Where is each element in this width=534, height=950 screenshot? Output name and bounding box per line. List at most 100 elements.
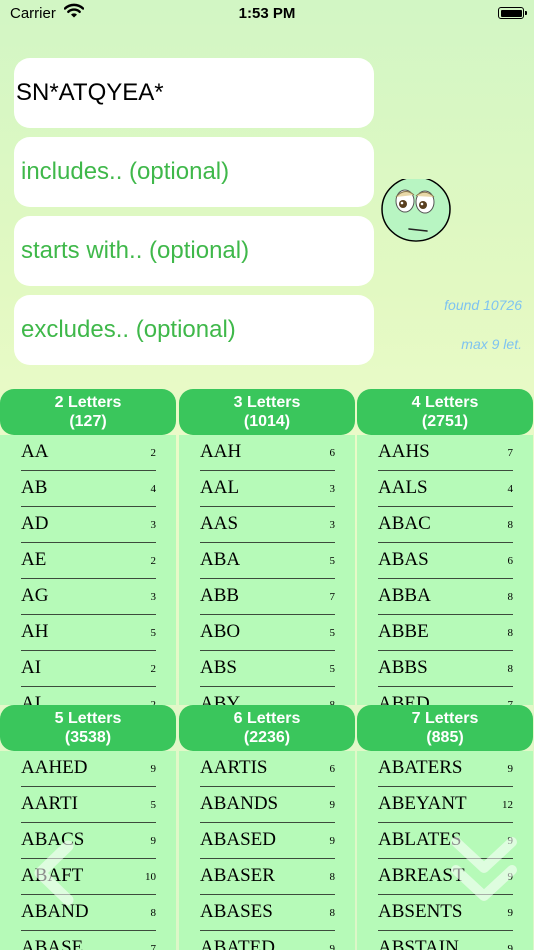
list-item[interactable]: AAS 3: [200, 507, 335, 543]
list-item[interactable]: AB 4: [21, 471, 156, 507]
word-score: 8: [507, 627, 514, 639]
list-item[interactable]: AH 5: [21, 615, 156, 651]
word-list-6-letters[interactable]: AARTIS 6 ABANDS 9 ABASED 9 ABASER 8 ABASES 8 …: [179, 751, 355, 950]
list-item[interactable]: ABEYANT 12: [378, 787, 513, 823]
word-score: 8: [507, 591, 514, 603]
list-item[interactable]: ABBA 8: [378, 579, 513, 615]
list-item[interactable]: AAH 6: [200, 435, 335, 471]
word-list-5-letters[interactable]: AAHED 9 AARTI 5 ABACS 9 ABAFT 10 ABAND 8 ABAS…: [0, 751, 176, 950]
max-letters: max 9 let.: [461, 336, 522, 352]
word-score: 5: [150, 627, 157, 639]
word: ABATED: [200, 937, 275, 950]
column-title: 2 Letters: [54, 394, 122, 411]
word-list-2-letters[interactable]: AA 2 AB 4 AD 3 AE 2 AG 3 AH 5 AI 2 AL 2: [0, 435, 176, 705]
column-header-4-letters[interactable]: 4 Letters (2751): [357, 389, 533, 435]
list-item[interactable]: ABASER 8: [200, 859, 335, 895]
word: AI: [21, 657, 42, 678]
word: ABBE: [378, 621, 429, 642]
word-score: 3: [329, 519, 336, 531]
list-item[interactable]: AAHS 7: [378, 435, 513, 471]
list-item[interactable]: ABA 5: [200, 543, 335, 579]
word: ABASER: [200, 865, 275, 886]
word-score: 7: [329, 591, 336, 603]
word: AALS: [378, 477, 428, 498]
word-score: 8: [507, 519, 514, 531]
list-item[interactable]: ABAS 6: [378, 543, 513, 579]
word-score: 8: [150, 907, 157, 919]
includes-placeholder: includes.. (optional): [21, 158, 230, 185]
list-item[interactable]: ABASES 8: [200, 895, 335, 931]
list-item[interactable]: AL 2: [21, 687, 156, 705]
double-chevron-down-icon[interactable]: [448, 830, 520, 911]
word-score: 10: [145, 871, 156, 883]
word-score: 5: [329, 663, 336, 675]
list-item[interactable]: AARTI 5: [21, 787, 156, 823]
list-item[interactable]: ABED 7: [378, 687, 513, 705]
battery-icon: [498, 7, 527, 19]
list-item[interactable]: ABASE 7: [21, 931, 156, 950]
list-item[interactable]: ABO 5: [200, 615, 335, 651]
column-header-6-letters[interactable]: 6 Letters (2236): [179, 705, 355, 751]
word: ABAS: [378, 549, 429, 570]
list-item[interactable]: AALS 4: [378, 471, 513, 507]
word: AE: [21, 549, 47, 570]
word: ABS: [200, 657, 237, 678]
word-score: 7: [150, 943, 157, 950]
list-item[interactable]: AI 2: [21, 651, 156, 687]
column-header-3-letters[interactable]: 3 Letters (1014): [179, 389, 355, 435]
word-score: 5: [150, 799, 157, 811]
column-count: (1014): [243, 413, 291, 430]
column-count: (2236): [243, 729, 291, 746]
list-item[interactable]: AARTIS 6: [200, 751, 335, 787]
list-item[interactable]: ABSTAIN 9: [378, 931, 513, 950]
column-header-2-letters[interactable]: 2 Letters (127): [0, 389, 176, 435]
list-item[interactable]: ABASED 9: [200, 823, 335, 859]
word-score: 7: [507, 447, 514, 459]
list-item[interactable]: ABS 5: [200, 651, 335, 687]
word: ABASED: [200, 829, 277, 850]
list-item[interactable]: AE 2: [21, 543, 156, 579]
column-title: 3 Letters: [233, 394, 301, 411]
word-score: 4: [150, 483, 157, 495]
list-item[interactable]: ABATERS 9: [378, 751, 513, 787]
word-score: 9: [329, 943, 336, 950]
word-score: 5: [329, 555, 336, 567]
starts-with-input[interactable]: starts with.. (optional): [14, 216, 374, 286]
list-item[interactable]: AA 2: [21, 435, 156, 471]
column-title: 4 Letters: [411, 394, 479, 411]
list-item[interactable]: ABBS 8: [378, 651, 513, 687]
word: ABBS: [378, 657, 428, 678]
word-score: 6: [329, 447, 336, 459]
column-count: (3538): [64, 729, 112, 746]
list-item[interactable]: ABAC 8: [378, 507, 513, 543]
column-header-5-letters[interactable]: 5 Letters (3538): [0, 705, 176, 751]
word-list-3-letters[interactable]: AAH 6 AAL 3 AAS 3 ABA 5 ABB 7 ABO 5 ABS 5 ABY 8: [179, 435, 355, 705]
list-item[interactable]: AD 3: [21, 507, 156, 543]
column-title: 7 Letters: [411, 710, 479, 727]
list-item[interactable]: ABBE 8: [378, 615, 513, 651]
includes-input[interactable]: includes.. (optional): [14, 137, 374, 207]
chevron-left-icon[interactable]: [28, 840, 78, 911]
column-header-7-letters[interactable]: 7 Letters (885): [357, 705, 533, 751]
list-item[interactable]: ABY 8: [200, 687, 335, 705]
excludes-input[interactable]: excludes.. (optional): [14, 295, 374, 365]
word-score: 6: [329, 763, 336, 775]
word-score: 9: [150, 763, 157, 775]
word-score: 8: [329, 907, 336, 919]
list-item[interactable]: ABATED 9: [200, 931, 335, 950]
word: ABY: [200, 693, 241, 705]
list-item[interactable]: AAHED 9: [21, 751, 156, 787]
word-score: 8: [329, 871, 336, 883]
word: ABSTAIN: [378, 937, 459, 950]
word-list-4-letters[interactable]: AAHS 7 AALS 4 ABAC 8 ABAS 6 ABBA 8 ABBE 8 ABBS…: [357, 435, 533, 705]
list-item[interactable]: ABB 7: [200, 579, 335, 615]
list-item[interactable]: ABANDS 9: [200, 787, 335, 823]
word: AA: [21, 441, 49, 462]
letters-input[interactable]: SN*ATQYEA*: [14, 58, 374, 128]
word-score: 9: [329, 835, 336, 847]
list-item[interactable]: AAL 3: [200, 471, 335, 507]
list-item[interactable]: AG 3: [21, 579, 156, 615]
worried-face-icon[interactable]: [381, 176, 451, 248]
word: ABB: [200, 585, 240, 606]
word-score: 9: [507, 943, 514, 950]
